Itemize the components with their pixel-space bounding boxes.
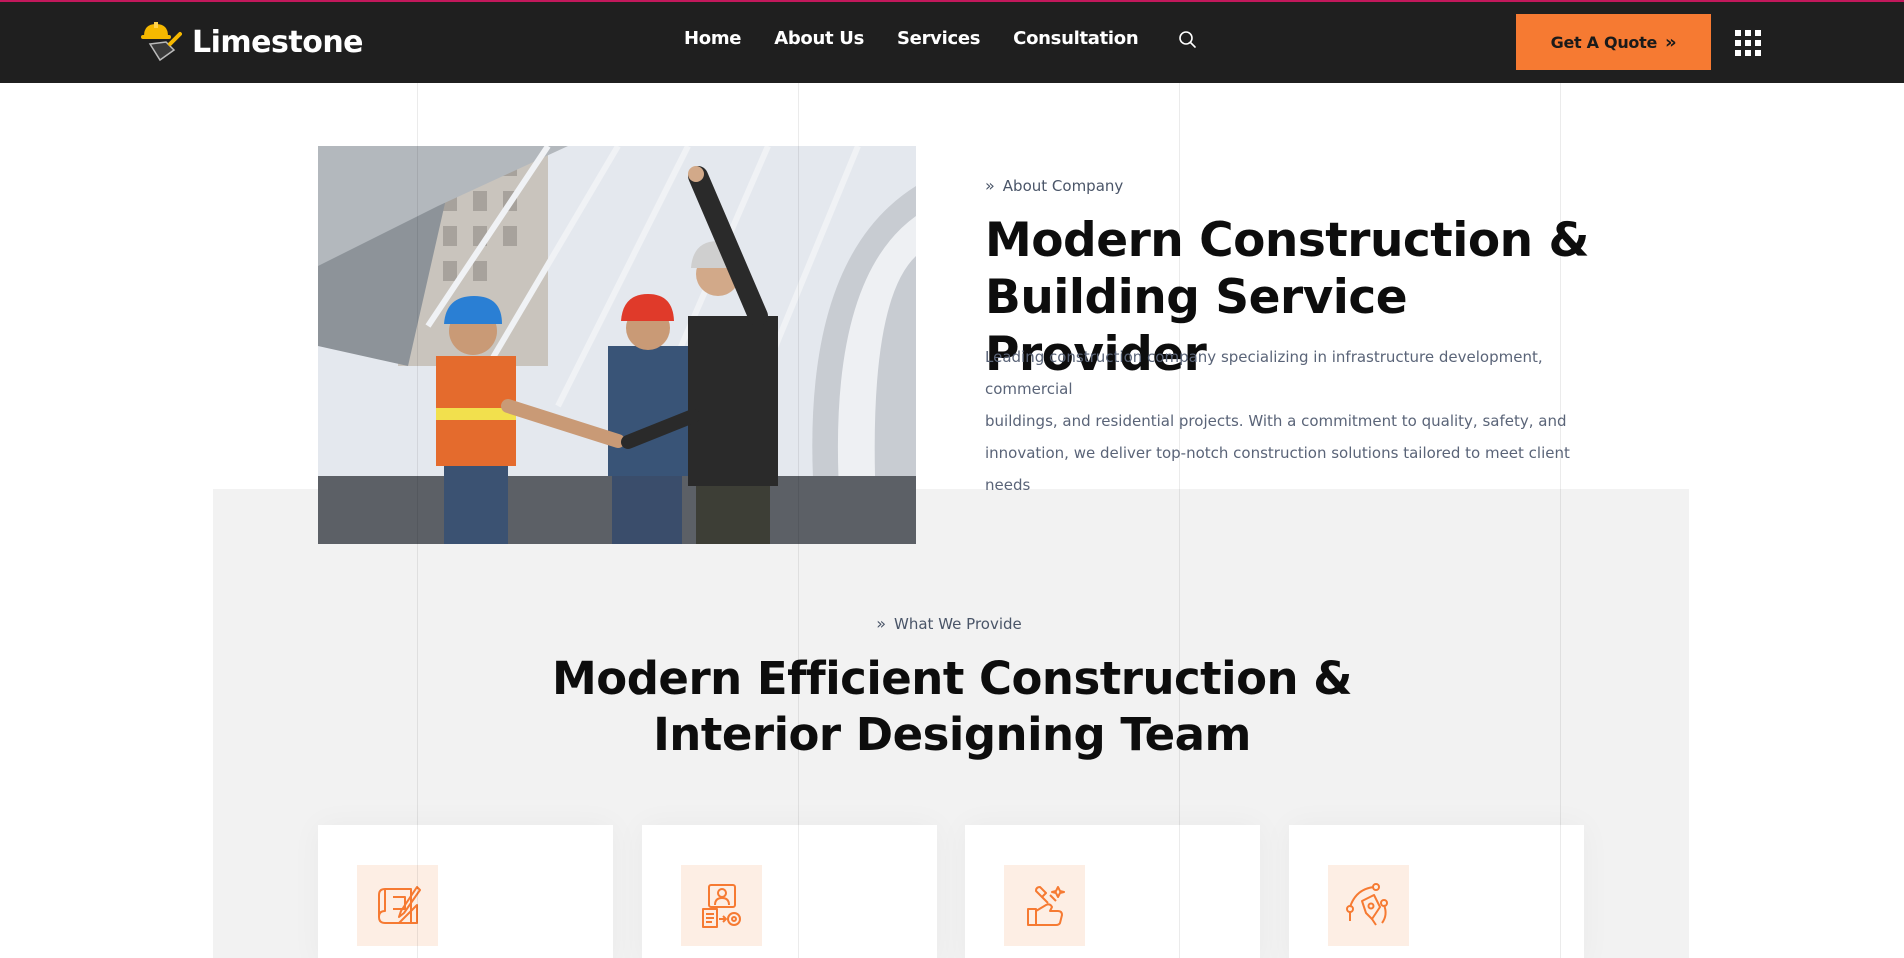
construction-workers-image <box>318 146 916 544</box>
provide-eyebrow: » What We Provide <box>0 614 1904 633</box>
blueprint-icon <box>357 865 438 946</box>
about-eyebrow-label: About Company <box>1002 176 1124 195</box>
about-desc-line2: buildings, and residential projects. Wit… <box>985 412 1567 430</box>
service-card[interactable] <box>642 825 937 958</box>
about-title-line1: Modern Construction & <box>985 213 1589 268</box>
nav-home[interactable]: Home <box>684 28 742 49</box>
about-desc-line3: innovation, we deliver top-notch constru… <box>985 444 1570 494</box>
site-logo[interactable]: Limestone <box>140 20 364 64</box>
about-desc-line1: Leading construction company specializin… <box>985 348 1543 398</box>
provide-title: Modern Efficient Construction & Interior… <box>0 651 1904 763</box>
main-nav: Home About Us Services Consultation <box>684 28 1139 49</box>
grid-menu-icon[interactable] <box>1735 30 1761 56</box>
about-eyebrow: » About Company <box>985 176 1123 195</box>
nav-about-us[interactable]: About Us <box>774 28 864 49</box>
provide-title-line1: Modern Efficient Construction & <box>552 652 1352 705</box>
engineer-gear-icon <box>681 865 762 946</box>
get-a-quote-button[interactable]: Get A Quote » <box>1516 14 1711 70</box>
hand-tools-icon <box>1004 865 1085 946</box>
helmet-trowel-logo-icon <box>141 22 182 62</box>
logo-text: Limestone <box>192 24 364 60</box>
nav-services[interactable]: Services <box>897 28 980 49</box>
double-chevron-right-icon: » <box>985 176 995 195</box>
pen-tool-icon <box>1328 865 1409 946</box>
double-chevron-right-icon: » <box>1665 31 1677 53</box>
about-description: Leading construction company specializin… <box>985 341 1605 501</box>
nav-consultation[interactable]: Consultation <box>1013 28 1139 49</box>
double-chevron-right-icon: » <box>876 614 887 633</box>
search-icon[interactable] <box>1178 30 1200 52</box>
service-card[interactable] <box>1289 825 1584 958</box>
get-a-quote-label: Get A Quote <box>1550 32 1658 52</box>
provide-eyebrow-label: What We Provide <box>894 614 1022 633</box>
service-card[interactable] <box>318 825 613 958</box>
service-card[interactable] <box>965 825 1260 958</box>
provide-title-line2: Interior Designing Team <box>653 708 1251 761</box>
navbar: Limestone Home About Us Services Consult… <box>0 2 1904 83</box>
